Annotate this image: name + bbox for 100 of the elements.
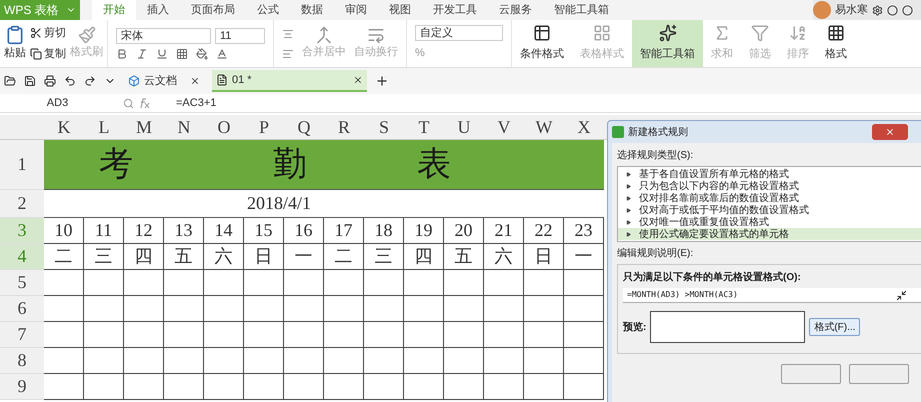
rule-type-item[interactable]: 仅对排名靠前或靠后的数值设置格式 xyxy=(618,192,921,204)
column-header[interactable]: P xyxy=(244,115,284,139)
copy-button[interactable]: 复制 xyxy=(30,46,66,62)
table-cell: 10 xyxy=(44,218,84,244)
bullet-icon xyxy=(626,220,631,224)
menu-tab[interactable]: 开发工具 xyxy=(422,0,488,20)
folder-icon[interactable] xyxy=(4,75,16,87)
redo-icon[interactable] xyxy=(84,75,96,87)
font-name-field[interactable]: 宋体 xyxy=(116,28,211,44)
table-cell xyxy=(284,270,324,296)
settings-icon[interactable] xyxy=(872,4,883,16)
filter-icon xyxy=(751,24,769,42)
row-header[interactable]: 1 xyxy=(0,140,44,190)
table-cell xyxy=(564,296,604,322)
italic-icon[interactable] xyxy=(136,48,148,60)
ribbon-button[interactable]: 格式 xyxy=(817,20,855,67)
menu-tab[interactable]: 页面布局 xyxy=(180,0,246,20)
font-size-field[interactable]: 11 xyxy=(215,28,265,44)
column-header[interactable]: S xyxy=(364,115,404,139)
circle-icon[interactable] xyxy=(902,4,913,16)
ribbon-button[interactable]: 智能工具箱 xyxy=(632,20,703,67)
border-icon[interactable] xyxy=(176,48,188,60)
ribbon-button[interactable]: 条件格式 xyxy=(512,20,572,67)
title-char: 勤 xyxy=(273,145,307,185)
table-cell xyxy=(84,374,124,400)
printer-icon[interactable] xyxy=(44,75,56,87)
table-cell xyxy=(44,296,84,322)
row-header[interactable]: 2 xyxy=(0,190,44,218)
cube-icon xyxy=(128,75,140,87)
cut-button[interactable]: 剪切 xyxy=(30,25,66,42)
underline-icon[interactable] xyxy=(156,48,168,60)
table-cell xyxy=(404,322,444,348)
preview-label: 预览: xyxy=(623,320,646,334)
table-cell xyxy=(404,374,444,400)
column-header[interactable]: K xyxy=(44,115,84,139)
paste-label[interactable]: 粘贴 xyxy=(4,45,26,62)
column-header[interactable]: L xyxy=(84,115,124,139)
rule-type-item[interactable]: 仅对唯一值或重复值设置格式 xyxy=(618,216,921,228)
rule-type-item[interactable]: 只为包含以下内容的单元格设置格式 xyxy=(618,180,921,192)
menu-tab[interactable]: 审阅 xyxy=(334,0,378,20)
menu-tab[interactable]: 视图 xyxy=(378,0,422,20)
table-cell xyxy=(204,322,244,348)
row-header[interactable]: 6 xyxy=(0,296,44,322)
document-tab[interactable]: 云文档 xyxy=(124,70,204,92)
rule-type-item[interactable]: 使用公式确定要设置格式的单元格 xyxy=(618,228,921,240)
table-cell xyxy=(284,322,324,348)
column-header[interactable]: Q xyxy=(284,115,324,139)
save-icon[interactable] xyxy=(24,75,36,87)
bold-icon[interactable] xyxy=(116,48,128,60)
tab-label: 01 * xyxy=(232,72,252,88)
document-tab[interactable]: 01 * xyxy=(212,70,367,92)
column-header[interactable]: M xyxy=(124,115,164,139)
column-header[interactable]: N xyxy=(164,115,204,139)
name-box[interactable]: AD3 xyxy=(0,94,115,112)
circle-icon[interactable] xyxy=(887,4,898,16)
align-icon[interactable] xyxy=(282,48,294,60)
format-button[interactable]: 格式(F)... xyxy=(809,318,860,336)
menu-tab[interactable]: 开始 xyxy=(92,0,136,20)
column-header[interactable]: W xyxy=(524,115,564,139)
rule-type-item[interactable]: 基于各自值设置所有单元格的格式 xyxy=(618,168,921,180)
menu-tab[interactable]: 插入 xyxy=(136,0,180,20)
table-cell xyxy=(244,296,284,322)
row-header[interactable]: 8 xyxy=(0,348,44,374)
close-icon[interactable] xyxy=(353,75,363,85)
rule-type-item[interactable]: 仅对高于或低于平均值的数值设置格式 xyxy=(618,204,921,216)
number-format-field[interactable]: 自定义 xyxy=(415,25,503,42)
table-cell xyxy=(244,348,284,374)
column-header[interactable]: T xyxy=(404,115,444,139)
row-header[interactable]: 9 xyxy=(0,374,44,400)
undo-icon[interactable] xyxy=(64,75,76,87)
wrap-icon[interactable] xyxy=(367,26,385,44)
menu-tab[interactable]: 数据 xyxy=(290,0,334,20)
menu-tab[interactable]: 智能工具箱 xyxy=(543,0,620,20)
grid-icon xyxy=(827,24,845,42)
table-cell: 日 xyxy=(524,244,564,270)
formula-field[interactable]: =AC3+1 xyxy=(176,94,216,112)
collapse-icon[interactable] xyxy=(896,290,907,300)
column-header[interactable]: V xyxy=(484,115,524,139)
table-cell xyxy=(164,348,204,374)
font-color-icon[interactable] xyxy=(216,48,228,60)
table-cell xyxy=(84,322,124,348)
row-header[interactable]: 5 xyxy=(0,270,44,296)
column-header[interactable]: X xyxy=(564,115,604,139)
menu-tab[interactable]: 云服务 xyxy=(488,0,543,20)
paste-icon[interactable] xyxy=(5,25,25,46)
table-cell xyxy=(364,374,404,400)
copy-icon xyxy=(30,48,42,60)
align-icon[interactable] xyxy=(282,28,294,40)
menu-tab[interactable]: 公式 xyxy=(246,0,290,20)
close-button[interactable] xyxy=(872,124,908,140)
fill-icon[interactable] xyxy=(196,48,208,60)
search-icon[interactable] xyxy=(123,98,134,108)
column-header[interactable]: U xyxy=(444,115,484,139)
row-header[interactable]: 7 xyxy=(0,322,44,348)
table-cell xyxy=(244,374,284,400)
merge-icon[interactable] xyxy=(315,26,333,44)
add-tab-icon[interactable] xyxy=(375,74,389,88)
column-header[interactable]: R xyxy=(324,115,364,139)
column-header[interactable]: O xyxy=(204,115,244,139)
close-icon[interactable] xyxy=(190,76,200,86)
